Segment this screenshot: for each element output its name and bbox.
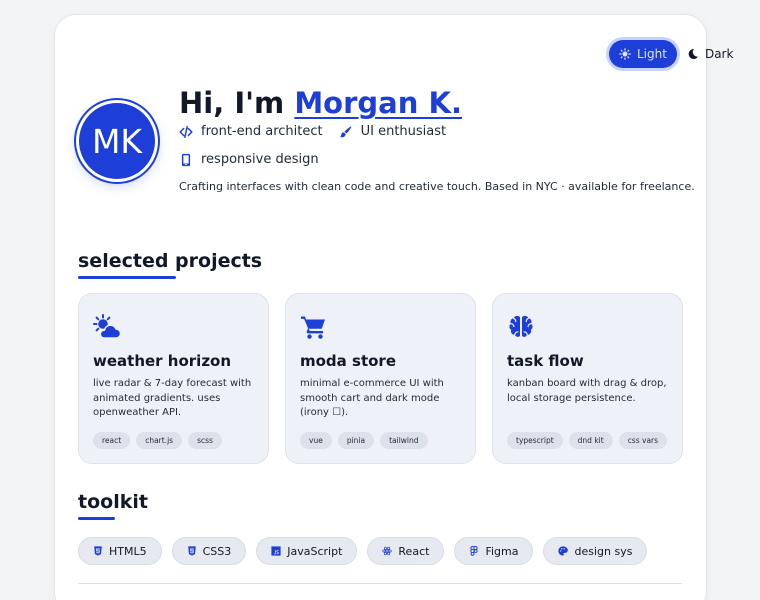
toolkit-chip-label: React bbox=[398, 544, 430, 558]
sun-icon bbox=[619, 48, 631, 60]
project-card-task-flow[interactable]: task flow kanban board with drag & drop,… bbox=[492, 293, 683, 464]
toolkit-chip-design-sys[interactable]: design sys bbox=[543, 537, 648, 565]
project-description: kanban board with drag & drop, local sto… bbox=[507, 378, 667, 404]
project-title: weather horizon bbox=[93, 352, 232, 370]
project-description: minimal e-commerce UI with smooth cart a… bbox=[300, 378, 444, 418]
tagline-text: front-end architect bbox=[201, 124, 323, 139]
cart-icon bbox=[301, 316, 325, 339]
tag: css vars bbox=[618, 432, 668, 449]
tag: scss bbox=[188, 432, 222, 449]
project-tags: vue pinia tailwind bbox=[300, 432, 428, 449]
moon-icon bbox=[688, 48, 698, 59]
toolkit-chip-figma[interactable]: Figma bbox=[454, 537, 534, 565]
hero-heading: Hi, I'm Morgan K. bbox=[179, 86, 462, 120]
tag: pinia bbox=[337, 432, 375, 449]
toolkit-chip-label: Figma bbox=[485, 544, 519, 558]
toolkit-chip-label: HTML5 bbox=[109, 544, 147, 558]
toolkit-chip-label: JavaScript bbox=[287, 544, 343, 558]
mobile-icon bbox=[181, 153, 191, 166]
dark-theme-label: Dark bbox=[704, 47, 734, 61]
palette-icon bbox=[558, 546, 569, 556]
projects-heading-underline bbox=[78, 276, 176, 279]
javascript-icon bbox=[271, 546, 281, 556]
figma-icon bbox=[470, 546, 479, 556]
react-icon bbox=[382, 546, 393, 556]
html5-icon bbox=[94, 546, 102, 556]
project-tags: react chart.js scss bbox=[93, 432, 222, 449]
tag: dnd kit bbox=[568, 432, 613, 449]
light-theme-label: Light bbox=[637, 47, 667, 61]
brush-icon bbox=[339, 125, 351, 137]
tag: chart.js bbox=[136, 432, 183, 449]
dark-theme-button[interactable]: Dark bbox=[677, 40, 743, 68]
toolkit-heading-underline bbox=[78, 517, 115, 520]
project-description: live radar & 7-day forecast with animate… bbox=[93, 378, 252, 418]
toolkit-chip-css3[interactable]: CSS3 bbox=[171, 537, 247, 565]
tag: react bbox=[93, 432, 131, 449]
tag: typescript bbox=[507, 432, 563, 449]
code-icon bbox=[179, 125, 193, 138]
name-link[interactable]: Morgan K. bbox=[294, 86, 462, 120]
tagline-row-2: responsive design bbox=[179, 152, 319, 167]
project-title: moda store bbox=[300, 352, 396, 370]
avatar: MK bbox=[79, 103, 155, 179]
css3-icon bbox=[187, 546, 196, 556]
toolkit-heading: toolkit bbox=[78, 491, 148, 513]
project-title: task flow bbox=[507, 352, 584, 370]
tag: vue bbox=[300, 432, 332, 449]
project-tags: typescript dnd kit css vars bbox=[507, 432, 668, 449]
projects-heading: selected projects bbox=[78, 250, 263, 272]
tagline-row-1: front-end architect UI enthusiast bbox=[179, 124, 446, 139]
light-theme-button[interactable]: Light bbox=[609, 40, 677, 68]
brain-icon bbox=[509, 315, 533, 337]
theme-toggle: Light Dark bbox=[605, 39, 743, 69]
greeting-text: Hi, I'm bbox=[179, 86, 285, 120]
toolkit-chip-react[interactable]: React bbox=[367, 537, 445, 565]
project-card-moda-store[interactable]: moda store minimal e-commerce UI with sm… bbox=[285, 293, 476, 464]
tagline-text: responsive design bbox=[201, 152, 319, 167]
toolkit-chip-javascript[interactable]: JavaScript bbox=[256, 537, 358, 565]
bio-text: Crafting interfaces with clean code and … bbox=[179, 180, 695, 193]
toolkit-list: HTML5 CSS3 JavaScript React Figma design… bbox=[78, 537, 648, 565]
toolkit-chip-label: CSS3 bbox=[202, 544, 232, 558]
tag: tailwind bbox=[380, 432, 428, 449]
weather-icon bbox=[93, 314, 121, 339]
project-card-weather-horizon[interactable]: weather horizon live radar & 7-day forec… bbox=[78, 293, 269, 464]
footer-divider bbox=[78, 583, 682, 584]
toolkit-chip-label: design sys bbox=[574, 544, 633, 558]
toolkit-chip-html5[interactable]: HTML5 bbox=[78, 537, 162, 565]
tagline-text: UI enthusiast bbox=[360, 124, 447, 139]
